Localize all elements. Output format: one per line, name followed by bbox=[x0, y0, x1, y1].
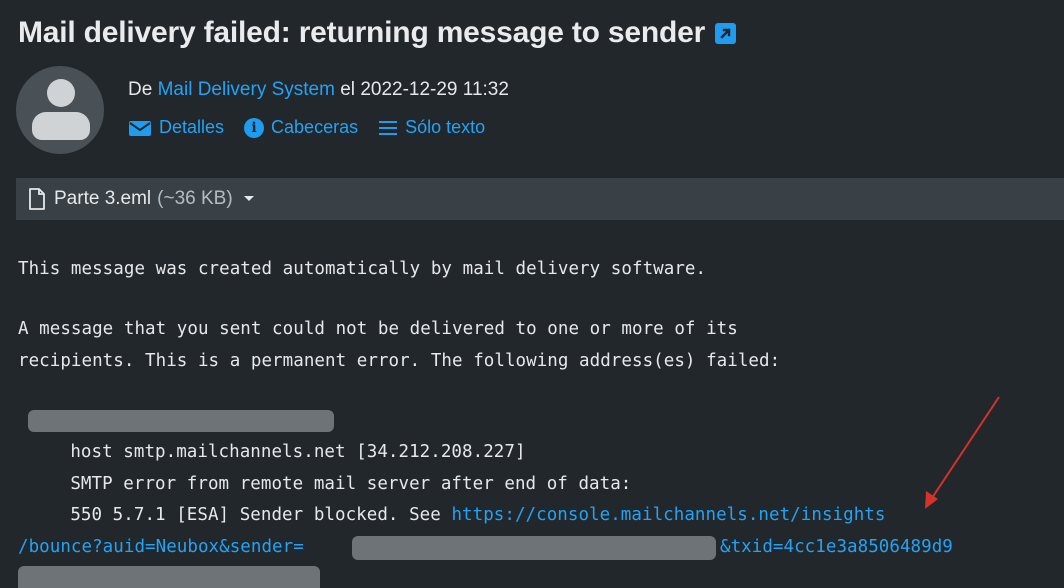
annotation-arrow bbox=[925, 396, 1000, 509]
